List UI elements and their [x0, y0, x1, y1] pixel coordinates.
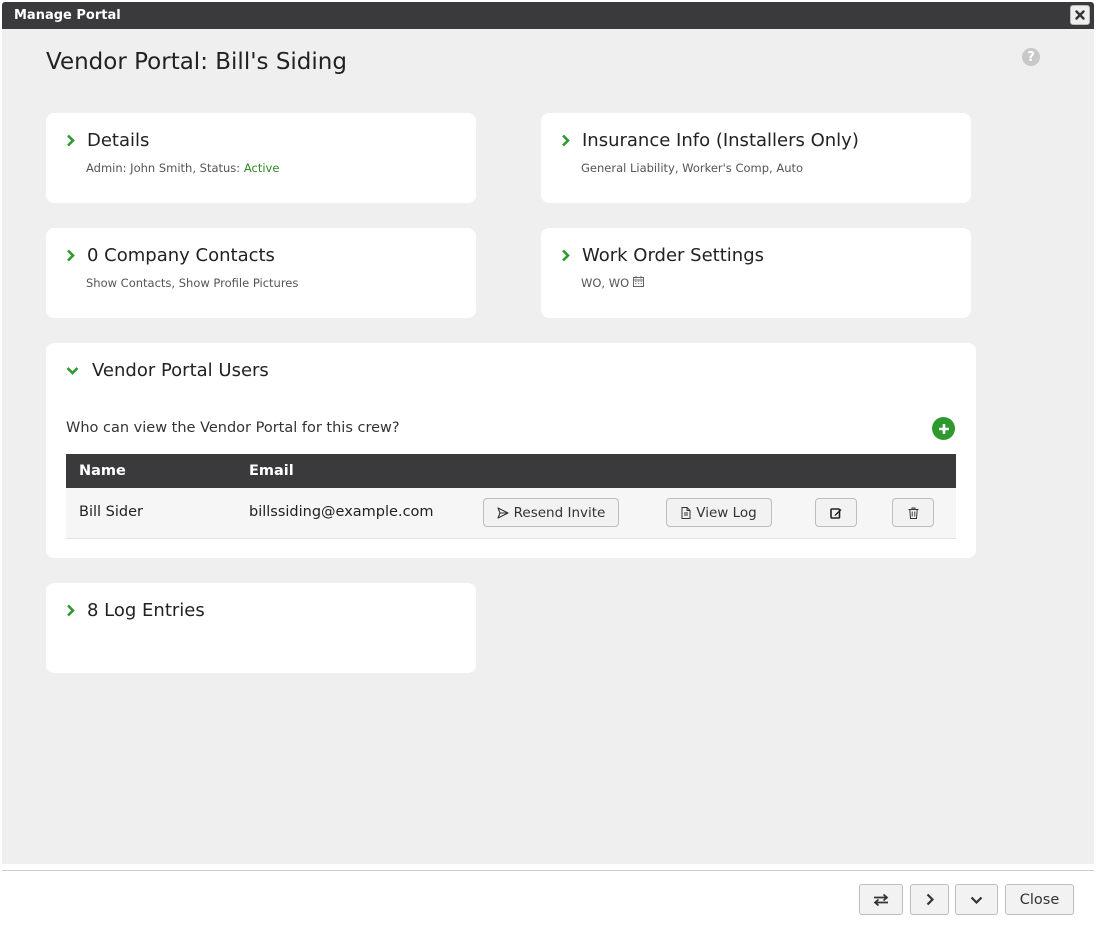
contacts-title: 0 Company Contacts [87, 245, 275, 266]
edit-icon [830, 507, 842, 519]
status-badge: Active [243, 161, 280, 175]
view-log-label: View Log [696, 504, 757, 521]
column-header-name: Name [79, 463, 126, 479]
chevron-down-icon [66, 366, 83, 375]
expand-button[interactable] [955, 884, 998, 915]
chevron-right-icon [561, 249, 575, 262]
contacts-header[interactable]: 0 Company Contacts [66, 245, 275, 266]
work-order-header[interactable]: Work Order Settings [561, 245, 764, 266]
chevron-down-icon [970, 896, 983, 904]
users-header[interactable]: Vendor Portal Users [66, 360, 269, 381]
chevron-right-icon [926, 893, 934, 906]
details-header[interactable]: Details [66, 130, 149, 151]
view-log-button[interactable]: View Log [666, 498, 772, 527]
details-card[interactable]: Details Admin: John Smith, Status: Activ… [46, 113, 476, 203]
table-row: Bill Sider billssiding@example.com Resen… [66, 488, 956, 539]
work-order-settings-card[interactable]: Work Order Settings WO, WO [541, 228, 971, 318]
work-order-title: Work Order Settings [582, 245, 765, 266]
close-button[interactable]: Close [1005, 884, 1074, 915]
page-title: Vendor Portal: Bill's Siding [46, 49, 347, 75]
dialog-title: Manage Portal [14, 8, 121, 23]
add-user-button[interactable] [932, 417, 955, 440]
work-order-summary: WO, WO [581, 276, 645, 290]
insurance-title: Insurance Info (Installers Only) [582, 130, 859, 151]
next-button[interactable] [910, 884, 949, 915]
user-name: Bill Sider [79, 504, 143, 520]
resend-invite-button[interactable]: Resend Invite [483, 498, 619, 527]
users-table: Name Email Bill Sider billssiding@exampl… [66, 454, 956, 539]
chevron-right-icon [66, 134, 80, 147]
log-title: 8 Log Entries [87, 600, 205, 621]
help-icon[interactable]: ? [1022, 48, 1040, 66]
user-email: billssiding@example.com [249, 504, 434, 520]
swap-arrows-icon [873, 893, 889, 906]
close-icon[interactable] [1070, 5, 1090, 25]
work-order-summary-text: WO, WO [581, 276, 630, 290]
file-icon [681, 506, 691, 519]
chevron-right-icon [561, 134, 575, 147]
details-summary: Admin: John Smith, Status: Active [86, 161, 279, 175]
send-icon [497, 506, 509, 519]
footer-divider [2, 870, 1094, 871]
company-contacts-card[interactable]: 0 Company Contacts Show Contacts, Show P… [46, 228, 476, 318]
column-header-email: Email [249, 463, 294, 479]
dialog-titlebar: Manage Portal [2, 2, 1094, 29]
delete-user-button[interactable] [892, 498, 934, 527]
dialog-content: Vendor Portal: Bill's Siding ? Details A… [2, 29, 1094, 864]
insurance-card[interactable]: Insurance Info (Installers Only) General… [541, 113, 971, 203]
log-header[interactable]: 8 Log Entries [66, 600, 205, 621]
users-question: Who can view the Vendor Portal for this … [66, 420, 400, 436]
contacts-summary: Show Contacts, Show Profile Pictures [86, 276, 299, 290]
insurance-header[interactable]: Insurance Info (Installers Only) [561, 130, 859, 151]
users-title: Vendor Portal Users [92, 360, 269, 381]
chevron-right-icon [66, 604, 80, 617]
calendar-icon [633, 276, 645, 290]
vendor-portal-users-card: Vendor Portal Users Who can view the Ven… [46, 343, 976, 558]
plus-icon [938, 423, 949, 434]
details-title: Details [87, 130, 150, 151]
swap-button[interactable] [859, 884, 903, 915]
chevron-right-icon [66, 249, 80, 262]
table-header: Name Email [66, 454, 956, 488]
details-admin-text: Admin: John Smith, Status: [86, 161, 244, 175]
edit-user-button[interactable] [815, 498, 857, 527]
trash-icon [908, 507, 918, 519]
manage-portal-dialog: Manage Portal Vendor Portal: Bill's Sidi… [2, 2, 1094, 928]
insurance-summary: General Liability, Worker's Comp, Auto [581, 161, 804, 175]
log-entries-card[interactable]: 8 Log Entries [46, 583, 476, 673]
resend-invite-label: Resend Invite [513, 504, 606, 521]
